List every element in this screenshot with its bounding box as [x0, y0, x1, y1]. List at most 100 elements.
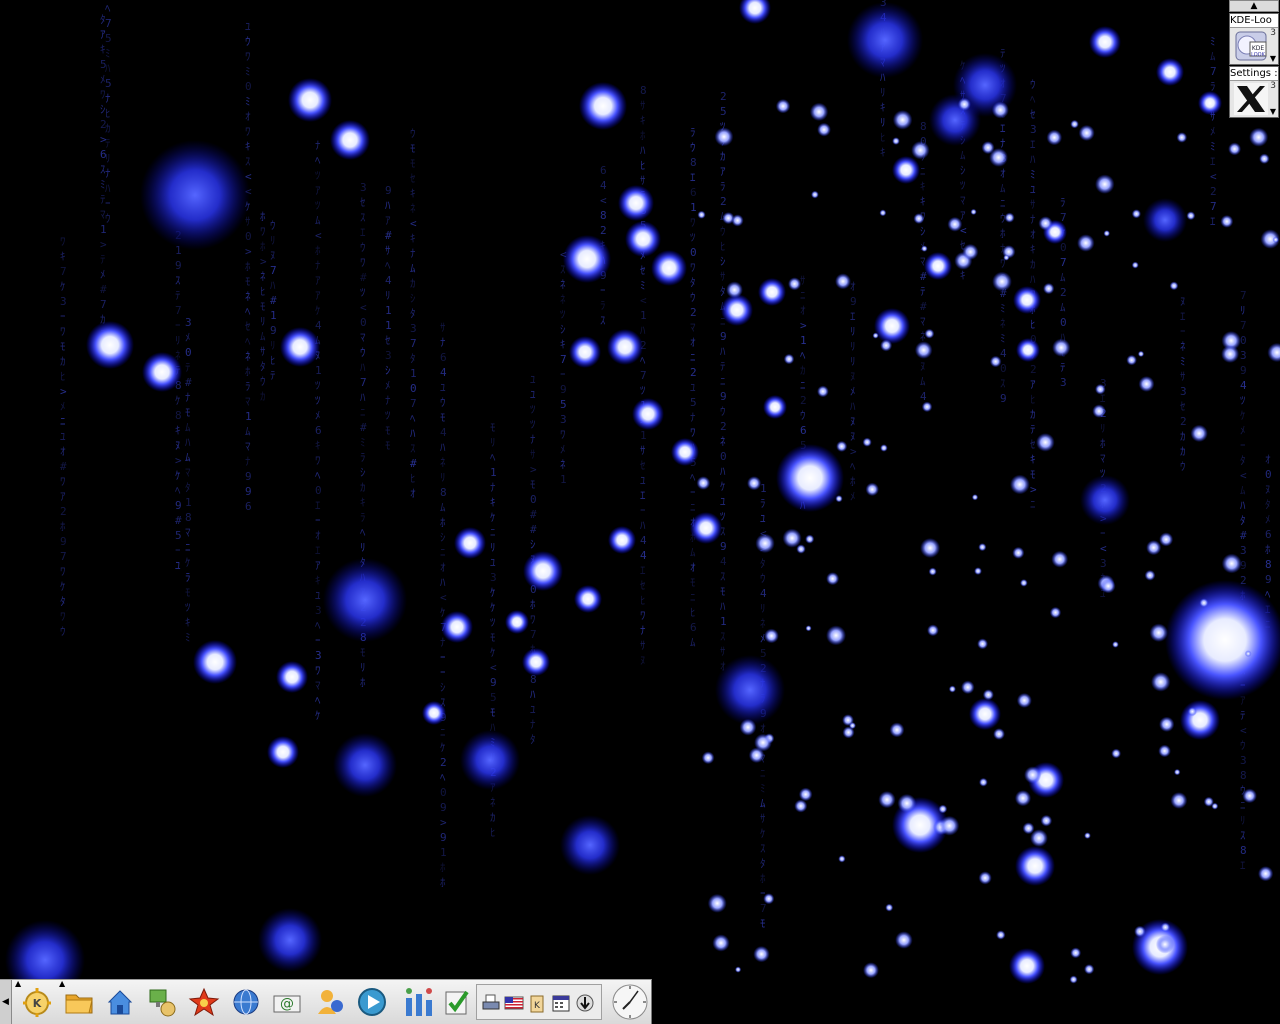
svg-text:ﾜ: ﾜ [640, 609, 646, 622]
svg-text:ｽ: ｽ [410, 442, 416, 455]
svg-text:ﾊ: ﾊ [1240, 499, 1246, 512]
svg-text:ﾃ: ﾃ [105, 137, 111, 150]
konqueror-button[interactable] [227, 984, 265, 1020]
dock-app-settings[interactable]: Settings : 3 ▼ [1229, 66, 1279, 118]
svg-text:#: # [385, 229, 392, 242]
svg-text:ﾒ: ﾒ [315, 409, 321, 422]
dock-scroll-up-button[interactable]: ▲ [1229, 0, 1279, 12]
svg-text:ｶ: ｶ [800, 364, 806, 377]
svg-text:ﾂ: ﾂ [960, 179, 966, 192]
svg-text:ﾍ: ﾍ [410, 412, 416, 425]
svg-text:ﾂ: ﾂ [560, 308, 566, 321]
svg-text:ﾈ: ﾈ [410, 202, 416, 215]
svg-text:ｴ: ｴ [360, 226, 366, 239]
svg-text:ｳ: ｳ [1240, 739, 1246, 752]
svg-text:ﾀ: ﾀ [60, 595, 66, 608]
checklist-button[interactable] [437, 984, 475, 1020]
svg-text:ﾕ: ﾕ [175, 559, 181, 572]
svg-text:ﾘ: ﾘ [385, 289, 391, 302]
svg-text:ｵ: ｵ [1265, 453, 1271, 466]
svg-text:4: 4 [440, 366, 447, 379]
svg-text:ﾐ: ﾐ [360, 436, 366, 449]
svg-text:ｼ: ｼ [440, 681, 446, 694]
analog-clock-icon[interactable] [610, 982, 650, 1022]
media-player-button[interactable] [353, 984, 391, 1020]
klipper-icon[interactable]: K [527, 993, 547, 1013]
svg-text:ﾕ: ﾕ [720, 495, 726, 508]
svg-text:ｴ: ｴ [1240, 859, 1246, 872]
svg-text:ﾋ: ﾋ [690, 606, 696, 619]
svg-text:ｽ: ｽ [600, 314, 606, 327]
svg-text:0: 0 [185, 346, 192, 359]
svg-text:ｰ: ｰ [105, 197, 111, 210]
svg-text:ｰ: ｰ [440, 666, 446, 679]
svg-text:ﾆ: ﾆ [800, 379, 806, 392]
kde-menu-button[interactable]: K [18, 984, 56, 1020]
svg-text:7: 7 [175, 304, 182, 317]
svg-text:ｰ: ｰ [560, 368, 566, 381]
svg-text:ｹ: ｹ [490, 586, 496, 599]
svg-text:3: 3 [60, 295, 67, 308]
dock-app-kde-look[interactable]: KDE-Loo 3 KDE LOOK ▼ [1229, 13, 1279, 65]
star-button[interactable] [185, 984, 223, 1020]
svg-text:ｶ: ｶ [1030, 408, 1036, 421]
calendar-icon[interactable] [551, 993, 571, 1013]
home-button[interactable] [101, 984, 139, 1020]
svg-text:ｼ: ｼ [440, 531, 446, 544]
svg-text:ﾂ: ﾂ [490, 616, 496, 629]
svg-text:ｾ: ｾ [245, 320, 251, 333]
svg-text:0: 0 [245, 80, 252, 93]
mail-button[interactable]: @ [268, 984, 306, 1020]
svg-text:ｷ: ｷ [315, 439, 321, 452]
svg-text:8: 8 [640, 84, 647, 97]
svg-text:ﾜ: ﾜ [60, 235, 66, 248]
svg-text:4: 4 [640, 549, 647, 562]
svg-text:ﾓ: ﾓ [760, 917, 766, 930]
svg-text:ｻ: ｻ [640, 444, 646, 457]
svg-text:3: 3 [315, 649, 322, 662]
svg-text:ﾗ: ﾗ [360, 451, 366, 464]
svg-text:5: 5 [175, 529, 182, 542]
svg-text:ｷ: ｷ [175, 424, 181, 437]
svg-text:ｻ: ｻ [1030, 198, 1036, 211]
svg-text:6: 6 [800, 424, 807, 437]
svg-text:1: 1 [800, 334, 807, 347]
network-button[interactable] [143, 984, 181, 1020]
svg-text:ｹ: ｹ [440, 741, 446, 754]
svg-text:<: < [315, 229, 322, 242]
svg-text:ｼ: ｼ [920, 225, 926, 238]
download-icon[interactable] [575, 993, 595, 1013]
svg-text:>: > [60, 385, 67, 398]
svg-text:ﾎ: ﾎ [440, 516, 446, 529]
svg-text:ｱ: ｱ [315, 289, 321, 302]
svg-text:ﾐ: ﾐ [1000, 302, 1006, 315]
system-monitor-button[interactable] [400, 984, 438, 1020]
svg-text:9: 9 [385, 184, 392, 197]
svg-text:ｳ: ｳ [245, 35, 251, 48]
home-icon [107, 990, 133, 1015]
svg-text:ﾀ: ﾀ [1265, 498, 1271, 511]
svg-text:ﾂ: ﾂ [720, 510, 726, 523]
svg-text:ﾓ: ﾓ [185, 406, 191, 419]
svg-text:ｰ: ｰ [640, 504, 646, 517]
svg-text:ﾑ: ﾑ [760, 797, 766, 810]
svg-text:ﾑ: ﾑ [185, 451, 191, 464]
svg-text:ﾎ: ﾎ [530, 598, 536, 611]
svg-text:ﾏ: ﾏ [185, 466, 191, 479]
svg-text:LOOK: LOOK [1251, 52, 1265, 58]
svg-text:ﾎ: ﾎ [60, 520, 66, 533]
svg-text:ﾀ: ﾀ [410, 352, 416, 365]
svg-text:>: > [260, 255, 267, 268]
keyboard-layout-icon[interactable] [504, 993, 524, 1013]
svg-text:ｷ: ｷ [490, 496, 496, 509]
svg-text:6: 6 [690, 186, 697, 199]
chevron-down-icon: ▼ [1269, 54, 1276, 63]
svg-text:ﾅ: ﾅ [315, 139, 321, 152]
printer-icon[interactable] [481, 993, 501, 1013]
svg-text:ﾊ: ﾊ [410, 427, 416, 440]
messenger-button[interactable] [311, 984, 349, 1020]
folder-button[interactable] [60, 984, 98, 1020]
svg-text:ﾍ: ﾍ [105, 2, 111, 15]
svg-text:ｻ: ｻ [640, 639, 646, 652]
panel-hide-button[interactable]: ◀ [0, 980, 12, 1024]
